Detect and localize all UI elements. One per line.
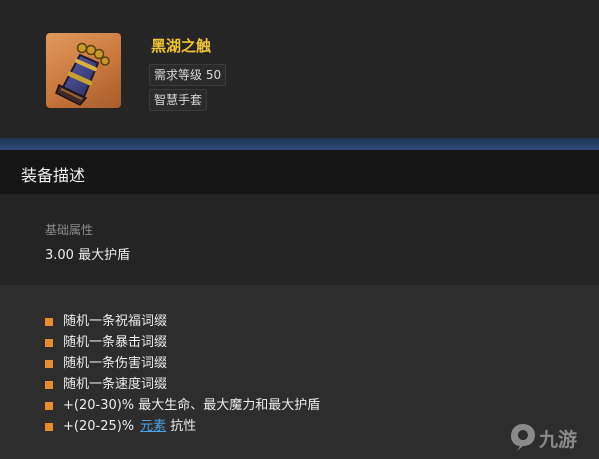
base-attributes-value: 3.00 最大护盾 — [45, 248, 131, 263]
watermark-text: 九游 — [539, 429, 578, 451]
bullet-icon — [45, 359, 53, 368]
bullet-icon — [45, 338, 53, 347]
section-title: 装备描述 — [21, 166, 86, 185]
affix-item: 随机一条祝福词缀 — [45, 311, 320, 332]
bullet-icon — [45, 401, 53, 410]
affix-suffix: 抗性 — [170, 419, 197, 434]
bullet-icon — [45, 317, 53, 326]
bullet-icon — [45, 380, 53, 389]
section-header: 装备描述 — [0, 150, 599, 194]
affix-text: 随机一条速度词缀 — [63, 377, 168, 392]
affix-item: 随机一条速度词缀 — [45, 374, 320, 395]
affix-item: 随机一条伤害词缀 — [45, 353, 320, 374]
affix-prefix: +(20-25)% — [63, 419, 135, 434]
watermark: 九游 — [509, 422, 593, 452]
affix-list: 随机一条祝福词缀 随机一条暴击词缀 随机一条伤害词缀 随机一条速度词缀 +(20… — [45, 311, 320, 437]
item-type-tag: 智慧手套 — [149, 89, 208, 111]
affix-item: +(20-30)% 最大生命、最大魔力和最大护盾 — [45, 395, 320, 416]
affix-item: 随机一条暴击词缀 — [45, 332, 320, 353]
affix-text: +(20-30)% 最大生命、最大魔力和最大护盾 — [63, 398, 321, 413]
level-requirement-tag: 需求等级 50 — [149, 64, 227, 86]
base-attributes-panel: 基础属性 3.00 最大护盾 — [0, 194, 599, 285]
affix-item: +(20-25)% 元素 抗性 — [45, 416, 320, 437]
item-name: 黑湖之触 — [151, 37, 212, 55]
base-attributes-label: 基础属性 — [45, 223, 94, 237]
jiuyou-logo-icon — [511, 424, 535, 451]
affix-text: 随机一条伤害词缀 — [63, 356, 168, 371]
affix-text: 随机一条暴击词缀 — [63, 335, 168, 350]
item-header: 黑湖之触 需求等级 50 智慧手套 — [0, 0, 599, 138]
background-strip — [0, 138, 599, 150]
affix-text: 随机一条祝福词缀 — [63, 314, 168, 329]
gauntlet-icon — [46, 33, 121, 108]
element-keyword-link[interactable]: 元素 — [140, 416, 166, 437]
bullet-icon — [45, 422, 53, 431]
